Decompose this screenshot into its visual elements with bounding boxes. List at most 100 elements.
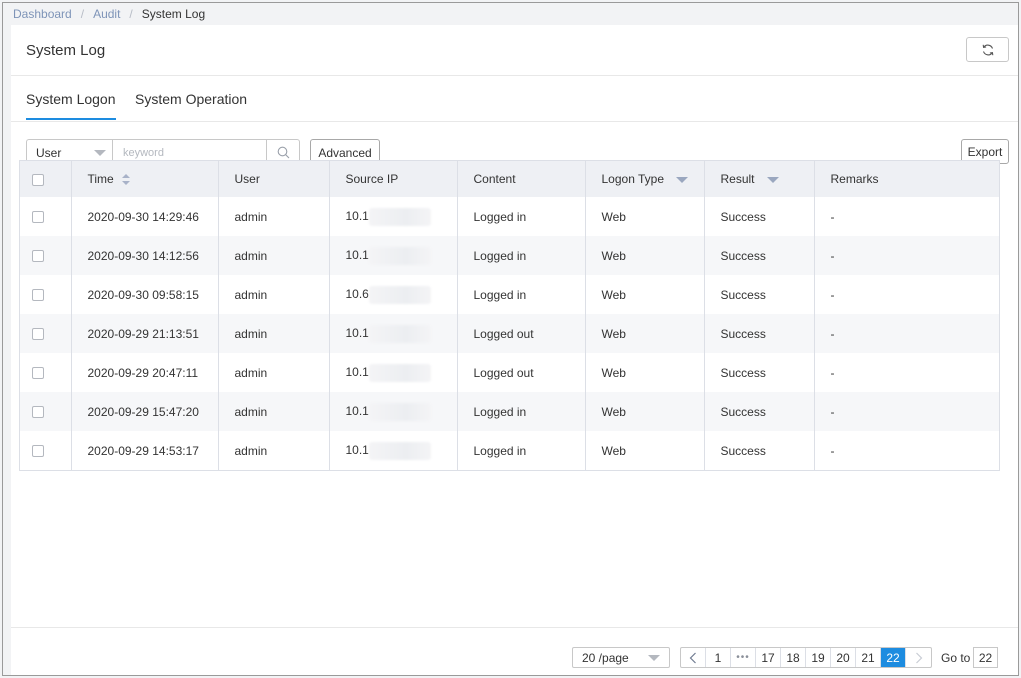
- page-button-19[interactable]: 19: [806, 648, 831, 667]
- cell-user: admin: [218, 353, 330, 392]
- cell-user: admin: [218, 431, 330, 470]
- cell-source-ip: 10.1: [329, 236, 458, 275]
- cell-time: 2020-09-29 21:13:51: [71, 314, 219, 353]
- select-all-checkbox[interactable]: [32, 173, 44, 186]
- page-button-18[interactable]: 18: [781, 648, 806, 667]
- cell-content: Logged out: [457, 314, 586, 353]
- cell-remarks: -: [830, 287, 835, 302]
- table-row[interactable]: 2020-09-30 09:58:15 admin 10.6 Logged in Web…: [20, 275, 999, 314]
- cell-source-ip: 10.1: [329, 314, 458, 353]
- cell-user: admin: [218, 197, 330, 236]
- cell-logon-type: Web: [585, 314, 705, 353]
- page-ellipsis[interactable]: •••: [731, 648, 756, 667]
- cell-content: Logged in: [457, 236, 586, 275]
- cell-user: admin: [218, 392, 330, 431]
- table-row[interactable]: 2020-09-30 14:29:46 admin 10.1 Logged in Web…: [20, 197, 999, 236]
- table-row[interactable]: 2020-09-30 14:12:56 admin 10.1 Logged in Web…: [20, 236, 999, 275]
- header-time[interactable]: Time: [71, 161, 219, 197]
- logon-table: Time User Source IP Content Logon Type R…: [19, 160, 1000, 471]
- cell-content: Logged in: [457, 431, 586, 470]
- cell-select: [20, 392, 72, 431]
- header-logon-type: Logon Type: [585, 161, 705, 197]
- cell-result: Success: [704, 353, 815, 392]
- page-title: System Log: [26, 42, 106, 59]
- cell-logon-type: Web: [585, 392, 705, 431]
- cell-select: [20, 314, 72, 353]
- header-select-all-cell: [20, 161, 72, 197]
- redacted-ip-mask: [368, 246, 431, 265]
- cell-user: admin: [218, 275, 330, 314]
- row-checkbox[interactable]: [32, 445, 44, 458]
- page-button-22[interactable]: 22: [881, 648, 906, 667]
- cell-logon-type: Web: [585, 431, 705, 470]
- cell-remarks: -: [830, 443, 835, 458]
- cell-content: Logged out: [457, 353, 586, 392]
- cell-select: [20, 236, 72, 275]
- breadcrumb-dashboard[interactable]: Dashboard: [13, 7, 72, 21]
- cell-result: Success: [704, 236, 815, 275]
- cell-remarks: -: [830, 209, 835, 224]
- filter-icon[interactable]: [676, 176, 689, 183]
- row-checkbox[interactable]: [32, 328, 44, 341]
- table-row[interactable]: 2020-09-29 20:47:11 admin 10.1 Logged out We…: [20, 353, 999, 392]
- goto-page-input[interactable]: [973, 647, 998, 668]
- sort-icon[interactable]: [121, 174, 130, 186]
- cell-content: Logged in: [457, 197, 586, 236]
- cell-time: 2020-09-29 15:47:20: [71, 392, 219, 431]
- table-row[interactable]: 2020-09-29 14:53:17 admin 10.1 Logged in Web…: [20, 431, 999, 470]
- cell-time: 2020-09-30 14:29:46: [71, 197, 219, 236]
- cell-result: Success: [704, 197, 815, 236]
- cell-logon-type: Web: [585, 197, 705, 236]
- cell-result: Success: [704, 275, 815, 314]
- row-checkbox[interactable]: [32, 250, 44, 263]
- page-size-select[interactable]: 20 /page: [572, 647, 670, 668]
- page-button-21[interactable]: 21: [856, 648, 881, 667]
- header-result-label: Result: [720, 172, 755, 186]
- table-row[interactable]: 2020-09-29 15:47:20 admin 10.1 Logged in Web…: [20, 392, 999, 431]
- tab-system-logon[interactable]: System Logon: [26, 91, 116, 120]
- table-header-row: Time User Source IP Content Logon Type R…: [20, 161, 999, 197]
- cell-user: admin: [218, 314, 330, 353]
- cell-select: [20, 431, 72, 470]
- page-button-1[interactable]: 1: [706, 648, 731, 667]
- source-ip-prefix: 10.1: [345, 442, 369, 457]
- table-row[interactable]: 2020-09-29 21:13:51 admin 10.1 Logged out We…: [20, 314, 999, 353]
- row-checkbox[interactable]: [32, 406, 44, 419]
- page-button-20[interactable]: 20: [831, 648, 856, 667]
- cell-time: 2020-09-30 09:58:15: [71, 275, 219, 314]
- cell-remarks: -: [814, 314, 999, 353]
- cell-content: Logged in: [457, 275, 586, 314]
- tab-system-operation[interactable]: System Operation: [135, 91, 247, 118]
- refresh-icon: [982, 44, 993, 55]
- breadcrumb: Dashboard / Audit / System Log: [13, 6, 205, 22]
- chevron-left-icon: [689, 652, 696, 663]
- cell-time: 2020-09-29 20:47:11: [71, 353, 219, 392]
- page-list: 1 ••• 17 18 19 20 21 22: [680, 647, 932, 668]
- prev-page-button[interactable]: [681, 648, 706, 667]
- cell-time: 2020-09-30 14:12:56: [71, 236, 219, 275]
- goto-label: Go to: [941, 651, 971, 665]
- cell-content: Logged in: [457, 392, 586, 431]
- source-ip-prefix: 10.1: [345, 208, 369, 223]
- header-remarks: Remarks: [814, 161, 999, 197]
- filter-icon[interactable]: [766, 176, 779, 183]
- breadcrumb-separator: /: [129, 7, 133, 21]
- header-user: User: [218, 161, 330, 197]
- source-ip-prefix: 10.1: [345, 325, 369, 340]
- row-checkbox[interactable]: [32, 289, 44, 302]
- redacted-ip-mask: [368, 441, 431, 460]
- refresh-button[interactable]: [966, 37, 1009, 62]
- cell-select: [20, 197, 72, 236]
- cell-result: Success: [704, 392, 815, 431]
- source-ip-prefix: 10.6: [345, 286, 369, 301]
- row-checkbox[interactable]: [32, 211, 44, 224]
- redacted-ip-mask: [368, 207, 431, 226]
- page-button-17[interactable]: 17: [756, 648, 781, 667]
- breadcrumb-audit[interactable]: Audit: [93, 7, 120, 21]
- next-page-button[interactable]: [906, 648, 931, 667]
- cell-remarks: -: [814, 236, 999, 275]
- search-icon: [277, 146, 289, 159]
- row-checkbox[interactable]: [32, 367, 44, 380]
- cell-logon-type: Web: [585, 236, 705, 275]
- header-source-ip: Source IP: [329, 161, 458, 197]
